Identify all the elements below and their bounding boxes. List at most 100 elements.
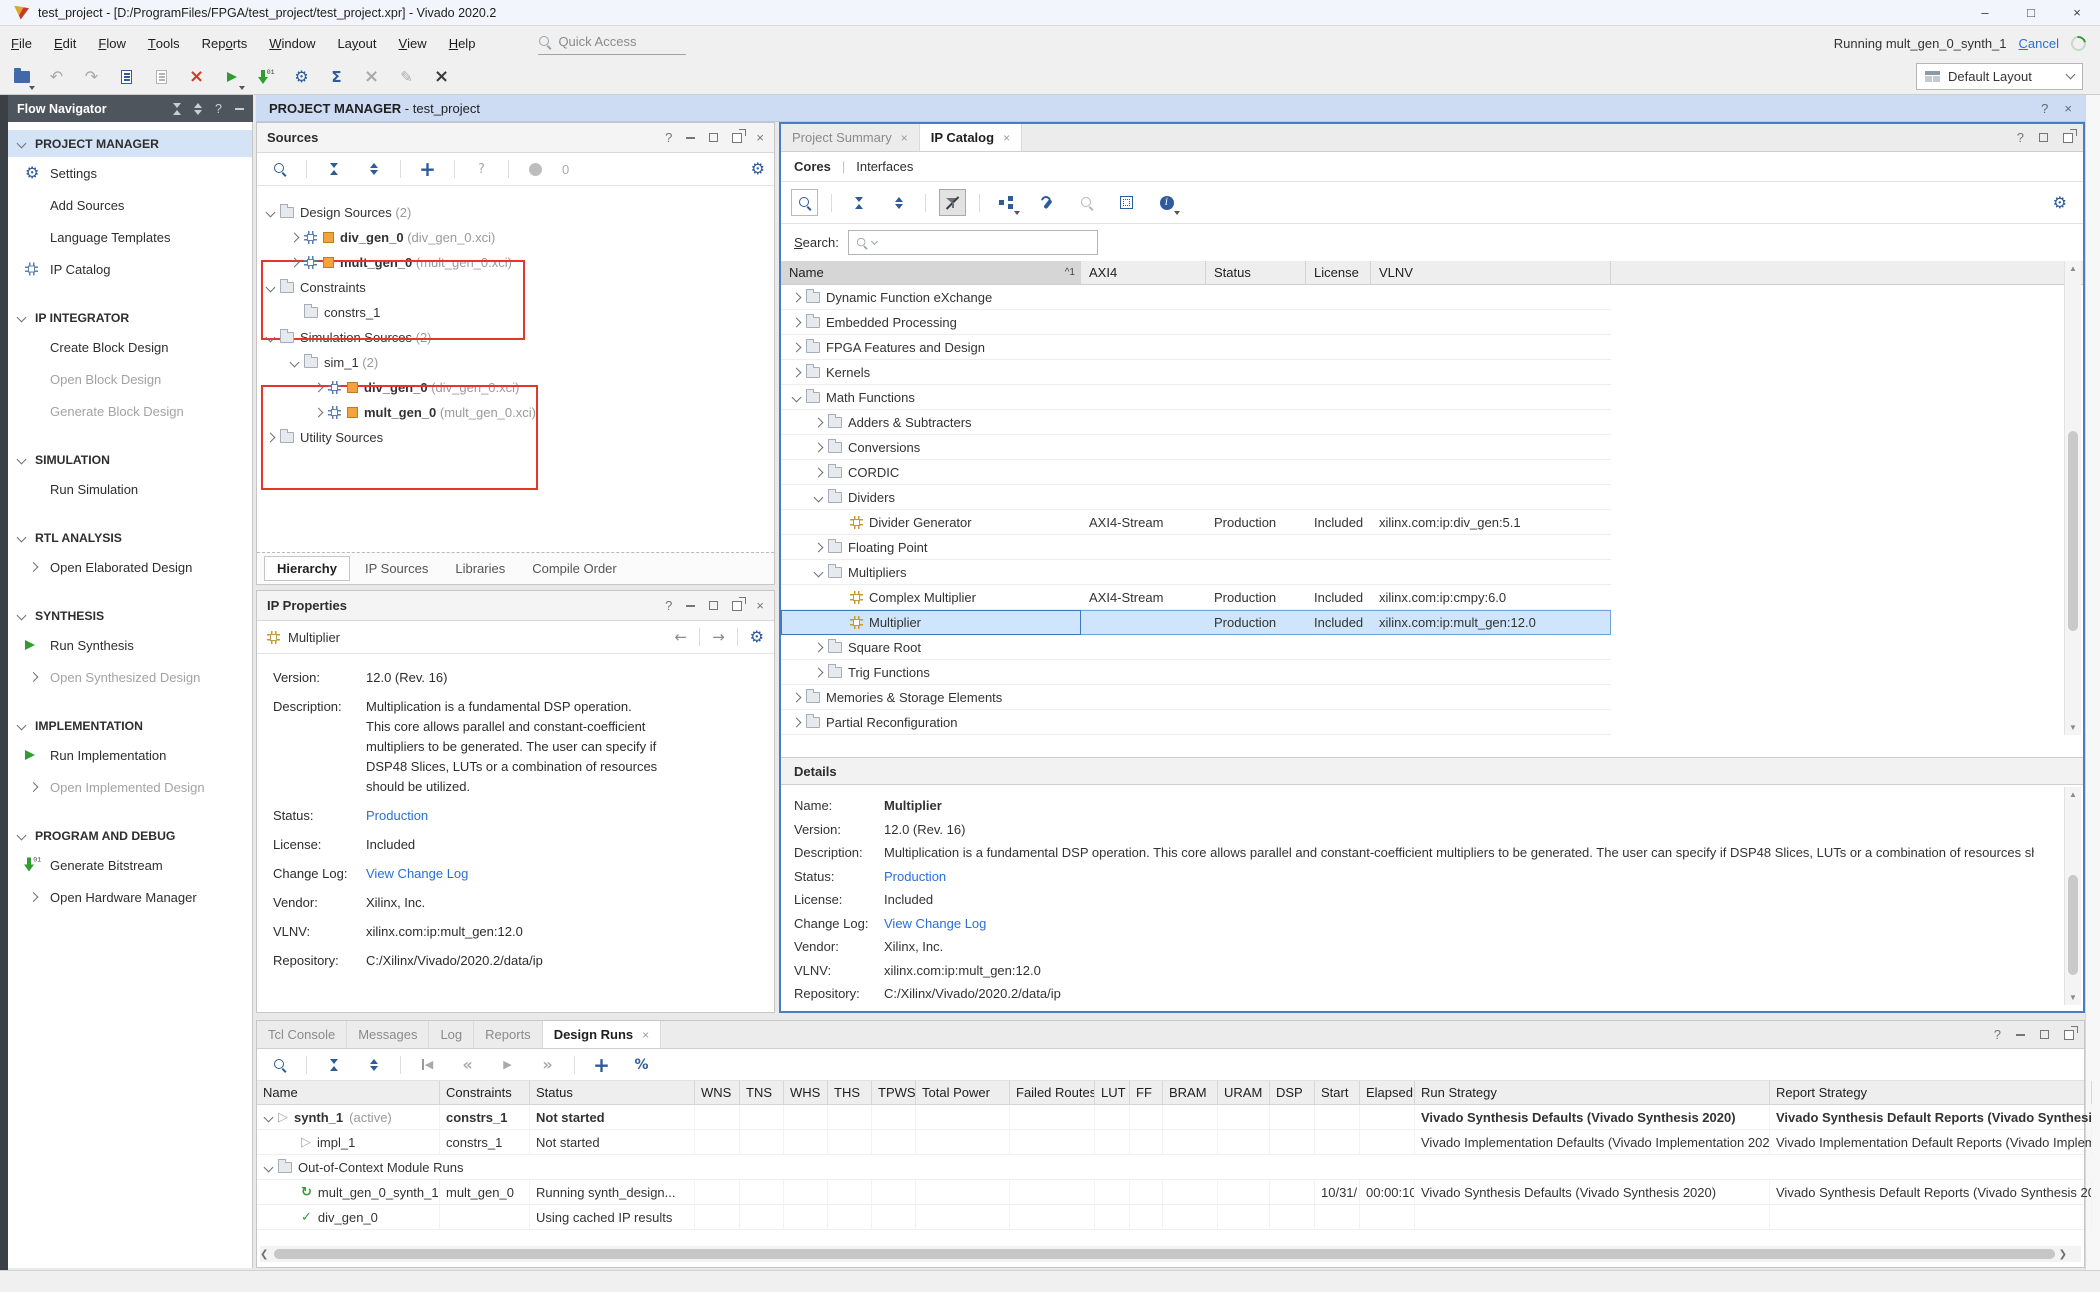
catalog-row-math-functions[interactable]: Math Functions	[781, 385, 1611, 410]
chevron-down-icon[interactable]	[290, 358, 300, 368]
filter-disabled-icon[interactable]	[939, 189, 966, 216]
gear-icon[interactable]: ⚙	[751, 161, 765, 177]
scroll-left-icon[interactable]: ❮	[260, 1249, 268, 1260]
run-row-out-of-context-module-runs[interactable]: Out-of-Context Module Runs	[257, 1155, 2084, 1180]
help-toggle-icon[interactable]: ?	[468, 156, 495, 183]
scroll-up-icon[interactable]: ▲	[2065, 261, 2081, 276]
flow-item-run-synthesis[interactable]: Run Synthesis	[8, 629, 252, 661]
flow-item-ip-catalog[interactable]: IP Catalog	[8, 253, 252, 285]
group-by-icon[interactable]	[993, 189, 1020, 216]
catalog-row-multipliers[interactable]: Multipliers	[781, 560, 1611, 585]
minimize-button[interactable]: –	[1962, 0, 2008, 25]
help-icon[interactable]: ?	[1994, 1027, 2001, 1042]
column-header-run-strategy[interactable]: Run Strategy	[1415, 1081, 1770, 1104]
column-header-vlnv[interactable]: VLNV	[1371, 261, 1611, 284]
flow-item-settings[interactable]: ⚙Settings	[8, 157, 252, 189]
subtab-cores[interactable]: Cores	[794, 159, 831, 174]
catalog-row-adders-&-subtracters[interactable]: Adders & Subtracters	[781, 410, 1611, 435]
column-header-elapsed[interactable]: Elapsed	[1360, 1081, 1415, 1104]
generate-bitstream-icon[interactable]: 01	[253, 64, 280, 91]
quick-access-search[interactable]: Quick Access	[538, 32, 686, 55]
close-tab-icon[interactable]: ×	[642, 1028, 649, 1042]
cancel-disabled-icon[interactable]: ×	[358, 64, 385, 91]
field-value[interactable]: View Change Log	[884, 915, 2034, 933]
menu-layout[interactable]: Layout	[326, 26, 387, 60]
tab-ip-catalog[interactable]: IP Catalog×	[920, 124, 1022, 151]
field-value[interactable]: Production	[884, 868, 2034, 886]
tree-item-design-sources[interactable]: Design Sources (2)	[257, 200, 774, 225]
customize-wrench-icon[interactable]	[1033, 189, 1060, 216]
chevron-right-icon[interactable]	[792, 317, 802, 327]
catalog-row-conversions[interactable]: Conversions	[781, 435, 1611, 460]
column-header-name[interactable]: Name	[257, 1081, 440, 1104]
search-icon[interactable]	[266, 1051, 293, 1078]
tree-item-utility-sources[interactable]: Utility Sources	[257, 425, 774, 450]
messages-badge-icon[interactable]	[522, 156, 549, 183]
chevron-right-icon[interactable]	[266, 433, 276, 443]
flow-section-header[interactable]: SIMULATION	[8, 446, 252, 473]
catalog-row-embedded-processing[interactable]: Embedded Processing	[781, 310, 1611, 335]
float-panel-icon[interactable]	[2063, 133, 2073, 143]
redo-icon[interactable]: ↷	[78, 64, 105, 91]
tab-messages[interactable]: Messages	[347, 1021, 429, 1048]
settings-gear-icon[interactable]: ⚙	[288, 64, 315, 91]
percent-progress-icon[interactable]: %	[628, 1051, 655, 1078]
column-header-wns[interactable]: WNS	[695, 1081, 740, 1104]
chevron-right-icon[interactable]	[814, 417, 824, 427]
flow-item-open-implemented-design[interactable]: Open Implemented Design	[8, 771, 252, 803]
chevron-right-icon[interactable]	[290, 258, 300, 268]
column-header-dsp[interactable]: DSP	[1270, 1081, 1315, 1104]
chevron-right-icon[interactable]	[792, 292, 802, 302]
column-header-constraints[interactable]: Constraints	[440, 1081, 530, 1104]
undo-icon[interactable]: ↶	[43, 64, 70, 91]
create-run-icon[interactable]: +	[588, 1051, 615, 1078]
cancel-run-link[interactable]: Cancel	[2019, 36, 2059, 51]
minimize-panel-icon[interactable]	[235, 108, 244, 110]
menu-edit[interactable]: Edit	[43, 26, 87, 60]
add-repository-chip-icon[interactable]	[1113, 189, 1140, 216]
column-header-lut[interactable]: LUT	[1095, 1081, 1130, 1104]
column-header-whs[interactable]: WHS	[784, 1081, 828, 1104]
tab-compile-order[interactable]: Compile Order	[520, 556, 629, 581]
chevron-right-icon[interactable]	[814, 467, 824, 477]
delete-icon[interactable]: ×	[183, 64, 210, 91]
report-summary-icon[interactable]: Σ	[323, 64, 350, 91]
scroll-down-icon[interactable]: ▼	[2065, 720, 2081, 735]
catalog-row-multiplier[interactable]: MultiplierProductionIncludedxilinx.com:i…	[781, 610, 1611, 635]
tree-item-simulation-sources[interactable]: Simulation Sources (2)	[257, 325, 774, 350]
column-header-status[interactable]: Status	[530, 1081, 695, 1104]
tree-item-constraints[interactable]: Constraints	[257, 275, 774, 300]
flow-item-language-templates[interactable]: Language Templates	[8, 221, 252, 253]
collapse-all-icon[interactable]	[845, 189, 872, 216]
step-forward-icon[interactable]: »	[534, 1051, 561, 1078]
help-icon[interactable]: ?	[2041, 101, 2048, 116]
minimize-panel-icon[interactable]	[686, 137, 695, 139]
chevron-down-icon[interactable]	[264, 1163, 274, 1173]
flow-section-header[interactable]: SYNTHESIS	[8, 602, 252, 629]
tree-item-constrs_1[interactable]: constrs_1	[257, 300, 774, 325]
close-tab-icon[interactable]: ×	[901, 131, 908, 145]
field-value[interactable]: View Change Log	[366, 864, 696, 884]
chevron-right-icon[interactable]	[814, 542, 824, 552]
catalog-row-dynamic-function-exchange[interactable]: Dynamic Function eXchange	[781, 285, 1611, 310]
license-key-icon[interactable]	[1073, 189, 1100, 216]
flow-section-header[interactable]: IP INTEGRATOR	[8, 304, 252, 331]
run-row-div_gen_0[interactable]: ✓div_gen_0Using cached IP results	[257, 1205, 2084, 1230]
catalog-row-complex-multiplier[interactable]: Complex MultiplierAXI4-StreamProductionI…	[781, 585, 1611, 610]
chevron-right-icon[interactable]	[814, 642, 824, 652]
maximize-panel-icon[interactable]	[709, 601, 718, 610]
chevron-right-icon[interactable]	[290, 233, 300, 243]
column-header-total-power[interactable]: Total Power	[916, 1081, 1010, 1104]
layout-selector[interactable]: Default Layout	[1916, 63, 2083, 90]
play-run-icon[interactable]: ▶	[494, 1051, 521, 1078]
column-header-uram[interactable]: URAM	[1218, 1081, 1270, 1104]
flow-item-generate-block-design[interactable]: Generate Block Design	[8, 395, 252, 427]
chevron-down-icon[interactable]	[266, 208, 276, 218]
chevron-right-icon[interactable]	[814, 667, 824, 677]
catalog-row-square-root[interactable]: Square Root	[781, 635, 1611, 660]
chevron-down-icon[interactable]	[814, 492, 824, 502]
run-row-impl_1[interactable]: ▷impl_1constrs_1Not startedVivado Implem…	[257, 1130, 2084, 1155]
gear-icon[interactable]: ⚙	[750, 629, 764, 645]
flow-item-open-hardware-manager[interactable]: Open Hardware Manager	[8, 881, 252, 913]
help-icon[interactable]: ?	[665, 130, 672, 145]
